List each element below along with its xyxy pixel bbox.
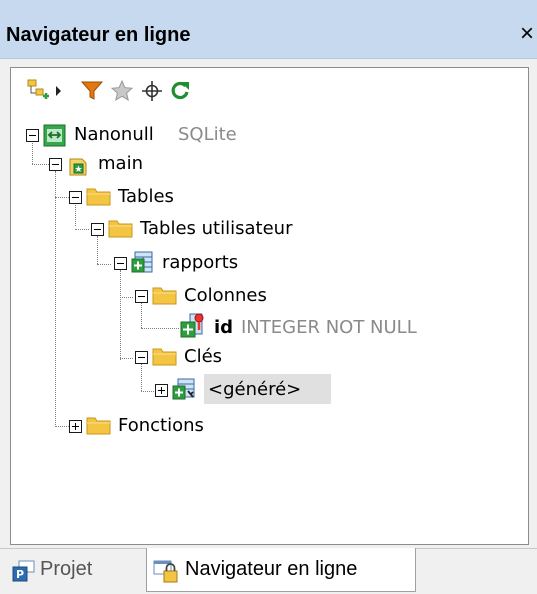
folder-icon	[152, 287, 177, 305]
connector-line	[32, 164, 49, 165]
node-label: <généré>	[208, 379, 302, 400]
node-label: Fonctions	[118, 415, 204, 436]
node-label: rapports	[162, 252, 239, 273]
collapse-toggle[interactable]	[135, 351, 148, 364]
expand-toggle[interactable]	[69, 420, 82, 433]
tab-label: Projet	[40, 558, 93, 580]
node-label: Nanonull	[74, 124, 154, 145]
node-type: INTEGER NOT NULL	[241, 317, 417, 338]
node-label: Colonnes	[184, 285, 267, 306]
key-icon	[172, 378, 195, 400]
dropdown-arrow-icon[interactable]	[54, 84, 64, 98]
folder-icon	[108, 220, 133, 238]
connector-line	[75, 229, 89, 230]
online-browser-icon	[153, 560, 178, 583]
locate-crosshair-icon[interactable]	[140, 79, 164, 103]
node-label: Tables utilisateur	[140, 218, 293, 239]
schema-icon	[69, 158, 87, 176]
node-label: id	[214, 317, 234, 338]
tab-label: Navigateur en ligne	[185, 558, 358, 580]
panel-title: Navigateur en ligne	[6, 24, 191, 46]
connector-line	[75, 203, 76, 226]
connector-line	[141, 364, 142, 391]
primary-key-column-icon	[180, 313, 204, 338]
refresh-icon[interactable]	[168, 79, 192, 103]
collapse-toggle[interactable]	[69, 191, 82, 204]
connector-line	[120, 297, 133, 298]
filter-icon[interactable]	[80, 79, 104, 103]
project-icon: P	[12, 560, 35, 582]
svg-text:P: P	[16, 568, 24, 581]
close-icon[interactable]: ×	[520, 20, 534, 48]
node-label: Clés	[184, 346, 223, 367]
tab-projet[interactable]: P Projet	[6, 548, 144, 592]
connector-line	[141, 303, 142, 328]
database-connection-icon	[43, 124, 66, 147]
connector-line	[141, 328, 179, 329]
online-browser-panel: Navigateur en ligne × Nanonull SQLite ma…	[0, 0, 537, 594]
expand-toggle[interactable]	[155, 384, 168, 397]
favorites-star-icon[interactable]	[110, 79, 134, 103]
connector-line	[120, 270, 121, 360]
node-label: main	[98, 153, 143, 174]
collapse-toggle[interactable]	[91, 223, 104, 236]
connector-line	[97, 236, 98, 264]
connector-line	[55, 426, 69, 427]
collapse-toggle[interactable]	[135, 290, 148, 303]
connector-line	[97, 264, 111, 265]
panel-titlebar: Navigateur en ligne ×	[0, 0, 537, 59]
folder-icon	[86, 417, 111, 435]
collapse-toggle[interactable]	[26, 129, 39, 142]
node-type: SQLite	[178, 124, 237, 145]
node-label: Tables	[118, 186, 174, 207]
connector-line	[32, 141, 33, 164]
tab-navigateur-en-ligne[interactable]: Navigateur en ligne	[146, 548, 416, 592]
collapse-toggle[interactable]	[114, 257, 127, 270]
folder-icon	[152, 348, 177, 366]
connector-line	[120, 358, 133, 359]
connector-line	[55, 197, 69, 198]
collapse-toggle[interactable]	[49, 158, 62, 171]
connector-line	[141, 391, 154, 392]
connector-line	[55, 171, 56, 427]
table-icon	[131, 251, 153, 273]
folder-icon	[86, 188, 111, 206]
add-object-icon[interactable]	[26, 79, 50, 103]
